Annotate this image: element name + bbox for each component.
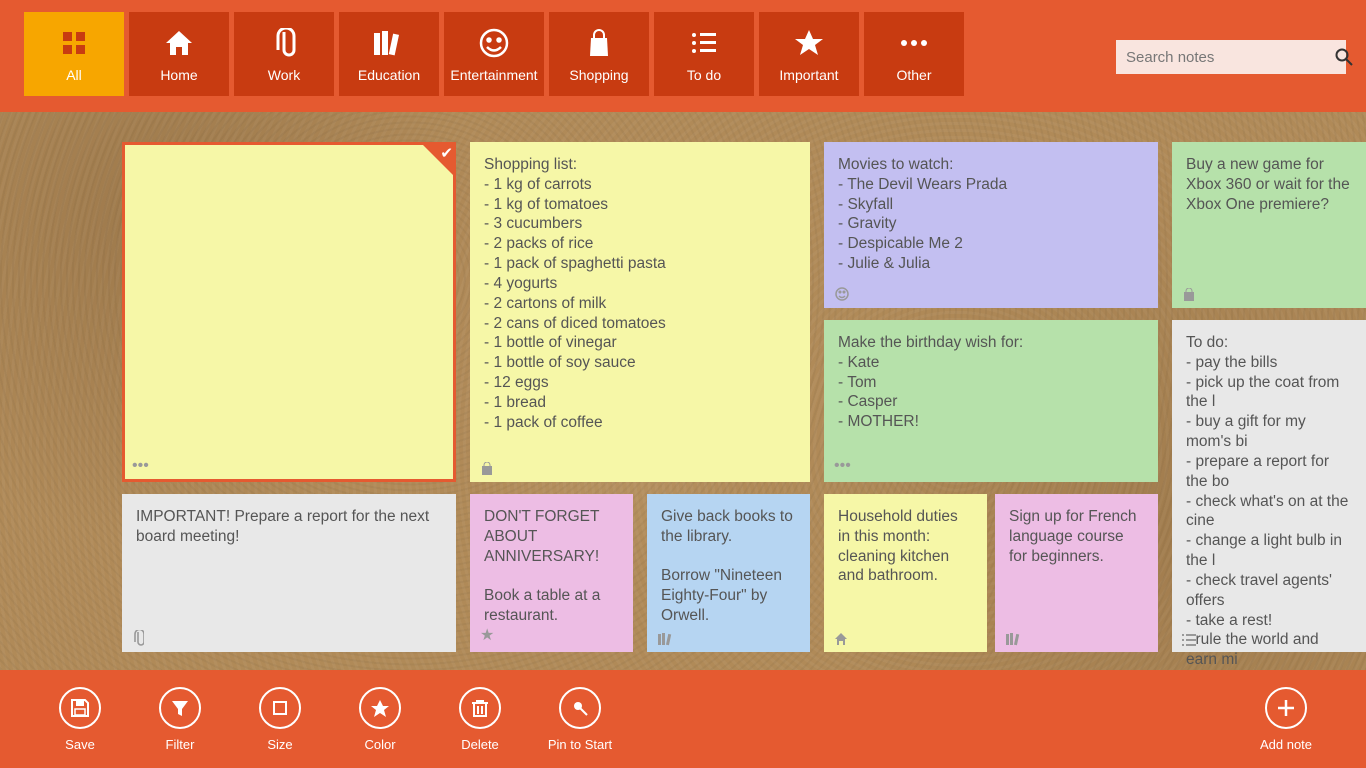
note-text: Give back books to the library. Borrow "… xyxy=(661,507,796,626)
grid-icon xyxy=(61,25,87,61)
paperclip-icon xyxy=(272,25,296,61)
nav-label: Shopping xyxy=(569,67,628,83)
nav-label: To do xyxy=(687,67,721,83)
button-label: Pin to Start xyxy=(548,737,612,752)
search-input[interactable] xyxy=(1116,43,1335,72)
note-text: Sign up for French language course for b… xyxy=(1009,507,1144,566)
delete-button[interactable]: Delete xyxy=(430,687,530,752)
paperclip-icon xyxy=(132,630,144,646)
search-button[interactable] xyxy=(1335,40,1353,74)
pin-button[interactable]: Pin to Start xyxy=(530,687,630,752)
nav-important[interactable]: Important xyxy=(759,12,859,96)
color-icon xyxy=(370,698,390,718)
bag-icon xyxy=(480,462,494,476)
plus-icon xyxy=(1276,698,1296,718)
more-icon xyxy=(899,25,929,61)
check-icon: ✔ xyxy=(440,144,453,163)
button-label: Size xyxy=(267,737,292,752)
save-icon xyxy=(70,698,90,718)
note-text: To do: - pay the bills - pick up the coa… xyxy=(1186,333,1352,670)
home-icon xyxy=(834,632,848,646)
filter-icon xyxy=(170,698,190,718)
notes-board: ✔ ••• Shopping list: - 1 kg of carrots -… xyxy=(0,112,1366,670)
save-button[interactable]: Save xyxy=(30,687,130,752)
filter-button[interactable]: Filter xyxy=(130,687,230,752)
note-household[interactable]: Household duties in this month: cleaning… xyxy=(824,494,987,652)
home-icon xyxy=(164,25,194,61)
note-text: Household duties in this month: cleaning… xyxy=(838,507,973,586)
nav-work[interactable]: Work xyxy=(234,12,334,96)
note-todo[interactable]: To do: - pay the bills - pick up the coa… xyxy=(1172,320,1366,652)
note-french[interactable]: Sign up for French language course for b… xyxy=(995,494,1158,652)
bag-icon xyxy=(1182,288,1196,302)
star-icon xyxy=(794,25,824,61)
trash-icon xyxy=(471,698,489,718)
ellipsis-icon: ••• xyxy=(132,456,149,476)
nav-all[interactable]: All xyxy=(24,12,124,96)
note-blank-selected[interactable]: ✔ ••• xyxy=(122,142,456,482)
note-text: Make the birthday wish for: - Kate - Tom… xyxy=(838,333,1144,432)
books-icon xyxy=(1005,632,1021,646)
button-label: Color xyxy=(364,737,395,752)
ellipsis-icon: ••• xyxy=(834,456,851,476)
nav-label: Home xyxy=(160,67,197,83)
add-note-button[interactable]: Add note xyxy=(1236,687,1336,752)
size-icon xyxy=(270,698,290,718)
note-birthday[interactable]: Make the birthday wish for: - Kate - Tom… xyxy=(824,320,1158,482)
smile-icon xyxy=(834,286,850,302)
search-icon xyxy=(1335,48,1353,66)
nav-label: Work xyxy=(268,67,300,83)
nav-education[interactable]: Education xyxy=(339,12,439,96)
books-icon xyxy=(372,25,406,61)
nav-entertainment[interactable]: Entertainment xyxy=(444,12,544,96)
search-box xyxy=(1116,40,1346,74)
nav-label: Entertainment xyxy=(450,67,537,83)
nav-todo[interactable]: To do xyxy=(654,12,754,96)
note-text: Buy a new game for Xbox 360 or wait for … xyxy=(1186,155,1352,214)
smile-icon xyxy=(478,25,510,61)
note-movies[interactable]: Movies to watch: - The Devil Wears Prada… xyxy=(824,142,1158,308)
list-icon xyxy=(1182,634,1196,646)
nav-home[interactable]: Home xyxy=(129,12,229,96)
button-label: Delete xyxy=(461,737,499,752)
nav-label: All xyxy=(66,67,82,83)
button-label: Add note xyxy=(1260,737,1312,752)
list-icon xyxy=(690,25,718,61)
note-text: Shopping list: - 1 kg of carrots - 1 kg … xyxy=(484,155,796,433)
button-label: Filter xyxy=(166,737,195,752)
nav-label: Education xyxy=(358,67,420,83)
note-shopping[interactable]: Shopping list: - 1 kg of carrots - 1 kg … xyxy=(470,142,810,482)
shopping-bag-icon xyxy=(585,25,613,61)
color-button[interactable]: Color xyxy=(330,687,430,752)
note-anniversary[interactable]: DON'T FORGET ABOUT ANNIVERSARY! Book a t… xyxy=(470,494,633,652)
pin-icon xyxy=(570,698,590,718)
books-icon xyxy=(657,632,673,646)
size-button[interactable]: Size xyxy=(230,687,330,752)
nav-shopping[interactable]: Shopping xyxy=(549,12,649,96)
app-bar: Save Filter Size Color Delete Pin to Sta… xyxy=(0,670,1366,768)
nav-label: Important xyxy=(779,67,838,83)
note-xbox[interactable]: Buy a new game for Xbox 360 or wait for … xyxy=(1172,142,1366,308)
star-icon: ★ xyxy=(480,626,494,646)
note-important[interactable]: IMPORTANT! Prepare a report for the next… xyxy=(122,494,456,652)
button-label: Save xyxy=(65,737,95,752)
note-text: DON'T FORGET ABOUT ANNIVERSARY! Book a t… xyxy=(484,507,619,626)
note-text: Movies to watch: - The Devil Wears Prada… xyxy=(838,155,1144,274)
nav-label: Other xyxy=(896,67,931,83)
note-library[interactable]: Give back books to the library. Borrow "… xyxy=(647,494,810,652)
note-text: IMPORTANT! Prepare a report for the next… xyxy=(136,507,442,547)
nav-other[interactable]: Other xyxy=(864,12,964,96)
top-nav: All Home Work Education Entertainment Sh… xyxy=(0,0,1366,112)
